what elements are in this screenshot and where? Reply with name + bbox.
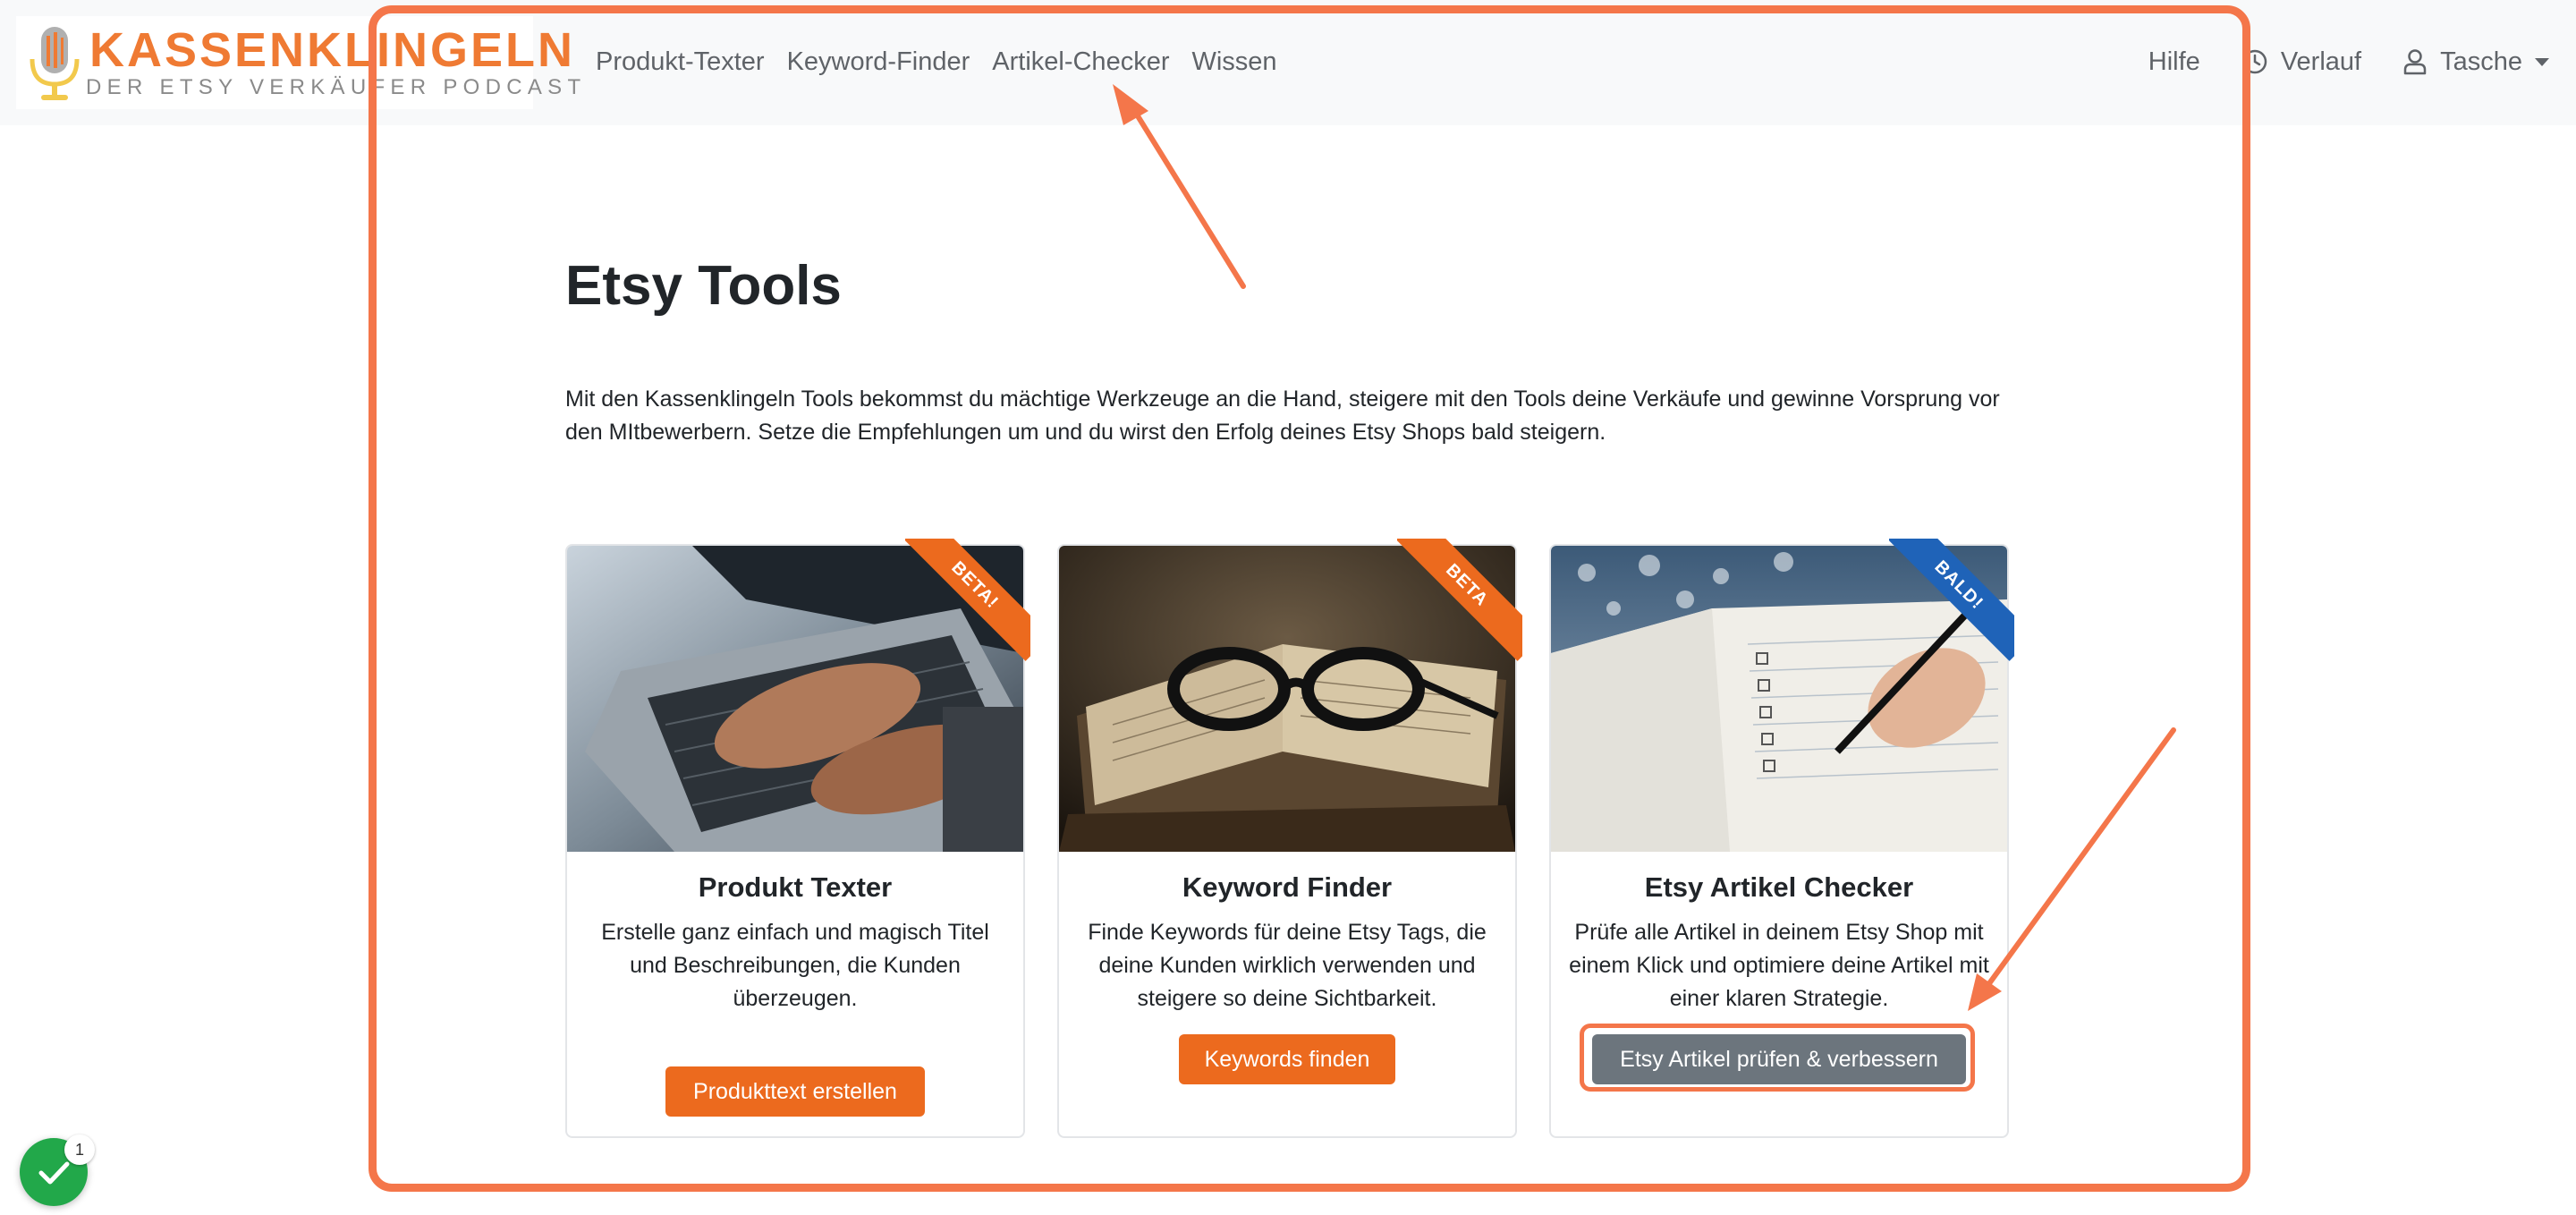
- beta-ribbon: BETA!: [905, 539, 1030, 664]
- check-articles-button[interactable]: Etsy Artikel prüfen & verbessern: [1592, 1034, 1966, 1084]
- card-title: Keyword Finder: [1182, 871, 1393, 903]
- ribbon-label: BETA!: [905, 539, 1030, 661]
- find-keywords-button[interactable]: Keywords finden: [1179, 1034, 1395, 1084]
- card-description: Erstelle ganz einfach und magisch Titel …: [601, 920, 989, 1011]
- create-product-text-button[interactable]: Produkttext erstellen: [665, 1066, 925, 1117]
- user-name: Tasche: [2440, 47, 2522, 76]
- chevron-down-icon: [2535, 57, 2549, 66]
- tool-card-artikel-checker: BALD! Etsy Artikel Checker Prüfe alle Ar…: [1549, 539, 2014, 1138]
- brand-title: KASSENKLINGELN: [89, 23, 576, 77]
- main-nav: Produkt-Texter Keyword-Finder Artikel-Ch…: [596, 41, 1300, 82]
- ribbon-label: BALD!: [1889, 539, 2014, 661]
- nav-link-keyword-finder[interactable]: Keyword-Finder: [787, 41, 970, 82]
- user-menu-dropdown[interactable]: Tasche: [2402, 47, 2549, 77]
- card-description: Finde Keywords für deine Etsy Tags, die …: [1088, 920, 1487, 1011]
- beta-ribbon: BETA: [1397, 539, 1522, 664]
- intro-text: Mit den Kassenklingeln Tools bekommst du…: [565, 387, 2000, 445]
- page-title: Etsy Tools: [565, 255, 842, 317]
- notification-count-badge: 1: [64, 1134, 95, 1165]
- tool-card-produkt-texter: BETA! Produkt Texter Erstelle ganz einfa…: [565, 539, 1030, 1138]
- nav-right: Hilfe Verlauf Tasche: [2107, 41, 2549, 82]
- nav-help[interactable]: Hilfe: [2148, 47, 2200, 77]
- nav-link-artikel-checker[interactable]: Artikel-Checker: [992, 41, 1169, 82]
- nav-history[interactable]: Verlauf: [2241, 47, 2361, 77]
- brand-logo[interactable]: KASSENKLINGELN DER ETSY VERKÄUFER PODCAS…: [16, 16, 580, 109]
- microphone-logo-icon: [30, 27, 80, 100]
- card-description: Prüfe alle Artikel in deinem Etsy Shop m…: [1569, 920, 1989, 1011]
- card-title: Etsy Artikel Checker: [1644, 871, 1914, 903]
- brand-subtitle: DER ETSY VERKÄUFER PODCAST: [86, 75, 587, 99]
- nav-link-wissen[interactable]: Wissen: [1191, 41, 1276, 82]
- nav-link-produkt-texter[interactable]: Produkt-Texter: [596, 41, 765, 82]
- nav-help-label: Hilfe: [2148, 47, 2200, 76]
- nav-history-label: Verlauf: [2280, 47, 2362, 76]
- card-title: Produkt Texter: [698, 871, 893, 903]
- tool-card-keyword-finder: BETA Keyword Finder Finde Keywords für d…: [1057, 539, 1522, 1138]
- ribbon-label: BETA: [1397, 539, 1522, 661]
- user-icon: [2403, 49, 2427, 75]
- clock-icon: [2242, 49, 2267, 74]
- coming-soon-ribbon: BALD!: [1889, 539, 2014, 664]
- top-navbar: KASSENKLINGELN DER ETSY VERKÄUFER PODCAS…: [0, 0, 2576, 125]
